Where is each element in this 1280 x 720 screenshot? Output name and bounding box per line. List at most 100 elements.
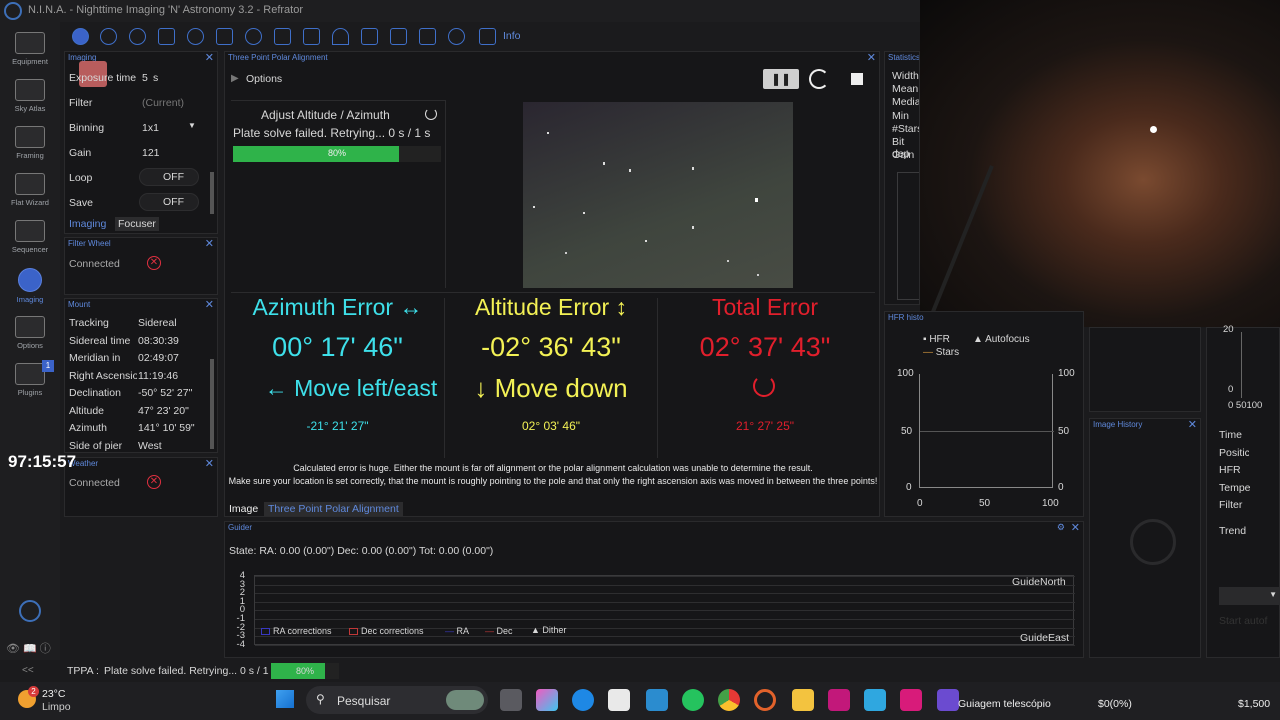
collapse-sidebar-button[interactable]: << bbox=[22, 665, 34, 676]
sidebar-item-flat-wizard[interactable]: Flat Wizard bbox=[0, 173, 60, 207]
start-autofocus-button[interactable]: Start autof bbox=[1219, 615, 1267, 627]
framing-icon bbox=[15, 126, 45, 148]
altitude-error-value: -02° 36' 43" bbox=[481, 332, 621, 362]
weather-tool-icon[interactable] bbox=[419, 28, 436, 45]
app-icon[interactable] bbox=[937, 689, 959, 711]
mount-value: 11:19:46 bbox=[138, 370, 179, 382]
binning-select[interactable]: 1x1 bbox=[142, 122, 159, 134]
tab-imaging[interactable]: Imaging bbox=[69, 218, 106, 230]
taskbar: 2 23°C Limpo ⚲ Pesquisar Guiagem telescó… bbox=[0, 682, 1280, 720]
weather-temp: 23°C bbox=[42, 688, 66, 700]
x-tick: 50 bbox=[979, 498, 991, 509]
af-label: Time bbox=[1219, 429, 1242, 441]
af-select[interactable]: ▼ bbox=[1219, 587, 1280, 605]
panel-title: Image History bbox=[1093, 420, 1143, 429]
options-expander[interactable]: Options bbox=[246, 73, 282, 85]
rotate-tool-icon[interactable] bbox=[187, 28, 204, 45]
help-icons[interactable]: 👁 📖 ⓘ bbox=[6, 640, 51, 656]
observatory-tool-icon[interactable] bbox=[361, 28, 378, 45]
gain-input[interactable]: 121 bbox=[142, 147, 160, 159]
divider bbox=[445, 100, 446, 288]
panel-title: Statistics bbox=[888, 53, 920, 62]
sliders-tool-icon[interactable] bbox=[303, 28, 320, 45]
sequence-tool-icon[interactable] bbox=[274, 28, 291, 45]
exposure-input[interactable]: 5 bbox=[142, 72, 148, 84]
close-icon[interactable]: ✕ bbox=[1071, 521, 1080, 534]
filter-wheel-tool-icon[interactable] bbox=[100, 28, 117, 45]
app-icon[interactable] bbox=[646, 689, 668, 711]
guider-grid-line bbox=[255, 576, 1075, 577]
guider-grid-line bbox=[255, 644, 1075, 646]
close-icon[interactable]: ✕ bbox=[205, 457, 214, 470]
edge-icon[interactable] bbox=[572, 689, 594, 711]
close-icon[interactable]: ✕ bbox=[867, 51, 876, 64]
sidebar-item-equipment[interactable]: Equipment bbox=[0, 32, 60, 66]
close-icon[interactable]: ✕ bbox=[205, 51, 214, 64]
panel-title: Mount bbox=[68, 300, 91, 309]
settings-icon[interactable]: ⚙ bbox=[1057, 522, 1065, 533]
shield-tool-icon[interactable] bbox=[479, 28, 496, 45]
dome-tool-icon[interactable] bbox=[332, 28, 349, 45]
chrome-icon[interactable] bbox=[718, 689, 740, 711]
tab-focuser[interactable]: Focuser bbox=[115, 217, 159, 231]
tab-image[interactable]: Image bbox=[229, 503, 258, 515]
copilot-icon[interactable] bbox=[536, 689, 558, 711]
x-tick: 100 bbox=[1042, 498, 1059, 509]
af-label: Filter bbox=[1219, 499, 1243, 511]
imaging-icon bbox=[18, 268, 42, 292]
telescope-rod bbox=[930, 165, 994, 315]
save-toggle[interactable]: OFF bbox=[139, 193, 199, 211]
task-view-icon[interactable] bbox=[500, 689, 522, 711]
close-icon[interactable]: ✕ bbox=[205, 237, 214, 250]
pause-button[interactable]: ❚❚ bbox=[763, 69, 799, 89]
app-icon[interactable] bbox=[828, 689, 850, 711]
horizontal-arrow-icon: ↔ bbox=[399, 294, 423, 320]
sidebar-item-options[interactable]: Options bbox=[0, 316, 60, 350]
guide-east-label: GuideEast bbox=[1020, 632, 1070, 644]
sidebar-item-framing[interactable]: Framing bbox=[0, 126, 60, 160]
filter-select[interactable]: (Current) bbox=[142, 97, 184, 109]
window-title: N.I.N.A. - Nighttime Imaging 'N' Astrono… bbox=[0, 0, 920, 22]
stat-label: Min bbox=[892, 110, 909, 122]
mount-label: Azimuth bbox=[69, 422, 107, 434]
camera-tool-icon[interactable] bbox=[72, 28, 89, 45]
power-icon[interactable] bbox=[19, 600, 41, 622]
vertical-arrow-icon: ↕ bbox=[615, 294, 628, 320]
taskbar-search[interactable]: ⚲ Pesquisar bbox=[306, 686, 488, 714]
sidebar-item-sequencer[interactable]: Sequencer bbox=[0, 220, 60, 254]
telescope-tool-icon[interactable] bbox=[216, 28, 233, 45]
whatsapp-icon[interactable] bbox=[682, 689, 704, 711]
divider bbox=[231, 100, 445, 101]
guider-tool-icon[interactable] bbox=[245, 28, 262, 45]
scrollbar[interactable] bbox=[210, 359, 214, 449]
close-icon[interactable]: ✕ bbox=[205, 298, 214, 311]
app-icon[interactable] bbox=[864, 689, 886, 711]
star-field-image[interactable] bbox=[523, 102, 793, 288]
folder-icon[interactable] bbox=[792, 689, 814, 711]
histogram-tool-icon[interactable] bbox=[390, 28, 407, 45]
scrollbar[interactable] bbox=[210, 172, 214, 214]
app-logo-icon bbox=[4, 2, 22, 20]
store-icon[interactable] bbox=[608, 689, 630, 711]
tab-tppa[interactable]: Three Point Polar Alignment bbox=[264, 502, 403, 516]
guider-grid-line bbox=[255, 593, 1075, 595]
mount-value: -50° 52' 27" bbox=[138, 387, 193, 399]
active-app-title[interactable]: Guiagem telescópio bbox=[958, 698, 1051, 710]
focuser-tool-icon[interactable] bbox=[129, 28, 146, 45]
bulb-tool-icon[interactable] bbox=[448, 28, 465, 45]
stat-label: #Stars bbox=[892, 123, 920, 135]
sidebar-item-sky-atlas[interactable]: Sky Atlas bbox=[0, 79, 60, 113]
chevron-down-icon[interactable]: ▼ bbox=[188, 121, 196, 130]
info-tab[interactable]: Info bbox=[503, 30, 521, 42]
close-icon[interactable]: ✕ bbox=[1188, 418, 1197, 431]
app-icon[interactable] bbox=[900, 689, 922, 711]
windows-start-icon[interactable] bbox=[276, 690, 294, 708]
mount-label: Right Ascension bbox=[69, 370, 137, 382]
app-icon[interactable] bbox=[754, 689, 776, 711]
guider-grid-line bbox=[255, 601, 1075, 603]
loop-toggle[interactable]: OFF bbox=[139, 168, 199, 186]
expand-icon[interactable]: ▶ bbox=[231, 73, 239, 84]
sidebar-item-imaging[interactable]: Imaging bbox=[0, 268, 60, 304]
rotator-tool-icon[interactable] bbox=[158, 28, 175, 45]
stop-button[interactable] bbox=[851, 73, 863, 85]
